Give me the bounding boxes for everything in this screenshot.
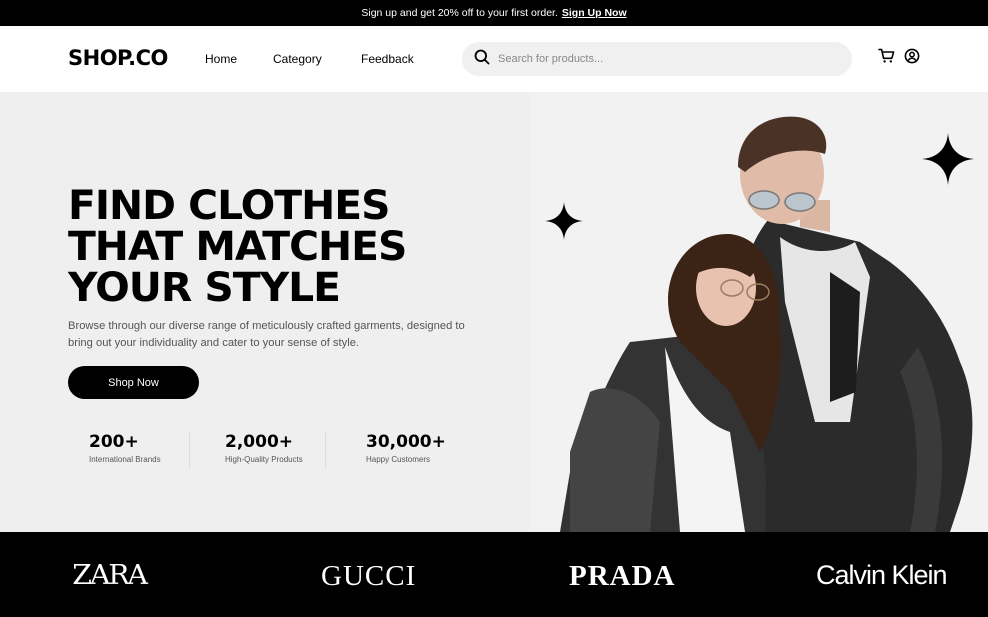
stat-customers: 30,000+ Happy Customers [366, 432, 446, 464]
logo[interactable]: SHOP.CO [68, 46, 168, 70]
stat-label: Happy Customers [366, 455, 431, 464]
nav-category[interactable]: Category [273, 52, 322, 66]
brand-logo-gucci: GUCCI [321, 560, 417, 592]
navbar: SHOP.CO Home Category Feedback [0, 26, 988, 92]
search-bar[interactable] [462, 42, 852, 76]
sign-up-link[interactable]: Sign Up Now [562, 7, 627, 19]
sparkle-icon [545, 202, 583, 240]
cart-icon[interactable] [877, 47, 895, 65]
brand-logo-zara: ZARA [72, 560, 148, 591]
search-icon[interactable] [474, 49, 490, 70]
brand-logo-prada: PRADA [569, 560, 676, 592]
shop-now-button[interactable]: Shop Now [68, 366, 199, 399]
stat-divider [325, 432, 326, 468]
stat-divider [189, 432, 190, 468]
stat-brands: 200+ International Brands [89, 432, 161, 464]
sparkle-icon [922, 133, 974, 185]
nav-home[interactable]: Home [205, 52, 237, 66]
stat-value: 30,000+ [366, 432, 446, 452]
hero-models-image [530, 92, 988, 532]
brand-strip: ZARA GUCCI PRADA Calvin Klein [0, 532, 988, 617]
stat-label: High-Quality Products [225, 455, 303, 464]
account-icon[interactable] [903, 47, 921, 65]
headline-line: YOUR STYLE [68, 265, 341, 311]
hero-description: Browse through our diverse range of meti… [68, 320, 465, 349]
stat-value: 200+ [89, 432, 139, 452]
stat-label: International Brands [89, 455, 161, 464]
headline-line: FIND CLOTHES [68, 183, 390, 229]
brand-logo-calvin-klein: Calvin Klein [816, 560, 948, 590]
hero-section: FIND CLOTHES THAT MATCHES YOUR STYLE Bro… [0, 92, 988, 532]
stat-value: 2,000+ [225, 432, 294, 452]
announcement-text: Sign up and get 20% off to your first or… [361, 7, 558, 19]
announcement-bar: Sign up and get 20% off to your first or… [0, 0, 988, 26]
stat-products: 2,000+ High-Quality Products [225, 432, 303, 464]
nav-feedback[interactable]: Feedback [361, 52, 414, 66]
search-input[interactable] [498, 53, 828, 65]
headline-line: THAT MATCHES [68, 224, 407, 270]
hero-headline: FIND CLOTHES THAT MATCHES YOUR STYLE [68, 183, 407, 311]
